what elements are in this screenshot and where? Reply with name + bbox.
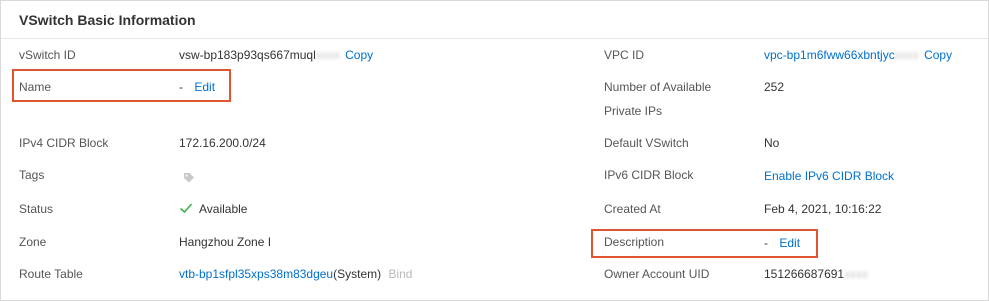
- bind-route-table-button[interactable]: Bind: [388, 267, 412, 281]
- vswitch-basic-info-panel: VSwitch Basic Information vSwitch ID vsw…: [0, 0, 989, 301]
- route-table-value: vtb-bp1sfpl35xps38m83dgeu(System) Bind: [179, 264, 412, 284]
- default-vswitch-value: No: [764, 136, 780, 150]
- zone-label: Zone: [19, 235, 47, 249]
- default-vswitch-label: Default VSwitch: [604, 136, 689, 150]
- status-label: Status: [19, 202, 54, 216]
- owner-uid-label: Owner Account UID: [604, 267, 710, 281]
- ipv4-cidr-value: 172.16.200.0/24: [179, 136, 266, 150]
- description-highlight-box: [591, 229, 818, 258]
- created-at-label: Created At: [604, 202, 661, 216]
- vswitch-id-value: vsw-bp183p93qs667muqlxxxx Copy: [179, 45, 373, 65]
- vswitch-id-label: vSwitch ID: [19, 48, 76, 62]
- route-table-suffix: (System): [333, 267, 382, 281]
- check-icon: [179, 201, 193, 215]
- panel-title: VSwitch Basic Information: [19, 12, 196, 28]
- name-highlight-box: [12, 69, 231, 102]
- vpc-id-value: vpc-bp1m6fww66xbntjycxxxx Copy: [764, 45, 952, 65]
- status-text: Available: [199, 202, 248, 216]
- ipv6-cidr-label: IPv6 CIDR Block: [604, 168, 694, 182]
- enable-ipv6-link[interactable]: Enable IPv6 CIDR Block: [764, 166, 894, 186]
- route-table-link[interactable]: vtb-bp1sfpl35xps38m83dgeu: [179, 267, 333, 281]
- owner-uid-text: 151266687691: [764, 267, 845, 281]
- vswitch-id-text: vsw-bp183p93qs667muql: [179, 48, 316, 62]
- copy-vswitch-id-button[interactable]: Copy: [345, 48, 373, 62]
- tags-label: Tags: [19, 168, 45, 182]
- owner-uid-masked: xxxx: [844, 267, 869, 281]
- vpc-id-label: VPC ID: [604, 48, 645, 62]
- available-ips-label-line2: Private IPs: [604, 104, 663, 118]
- tags-value[interactable]: [183, 165, 195, 185]
- ipv4-cidr-label: IPv4 CIDR Block: [19, 136, 109, 150]
- available-ips-label-line1: Number of Available: [604, 80, 712, 94]
- route-table-label: Route Table: [19, 267, 83, 281]
- owner-uid-value: 151266687691xxxx: [764, 264, 868, 284]
- vpc-id-link[interactable]: vpc-bp1m6fww66xbntjyc: [764, 48, 895, 62]
- vpc-id-masked: xxxx: [894, 48, 919, 62]
- vswitch-id-masked: xxxx: [315, 48, 340, 62]
- available-ips-value: 252: [764, 80, 785, 94]
- status-value: Available: [179, 199, 247, 219]
- panel-header: VSwitch Basic Information: [1, 1, 988, 39]
- created-at-value: Feb 4, 2021, 10:16:22: [764, 202, 882, 216]
- zone-value: Hangzhou Zone I: [179, 235, 272, 249]
- tag-icon[interactable]: [183, 170, 195, 183]
- copy-vpc-id-button[interactable]: Copy: [924, 48, 952, 62]
